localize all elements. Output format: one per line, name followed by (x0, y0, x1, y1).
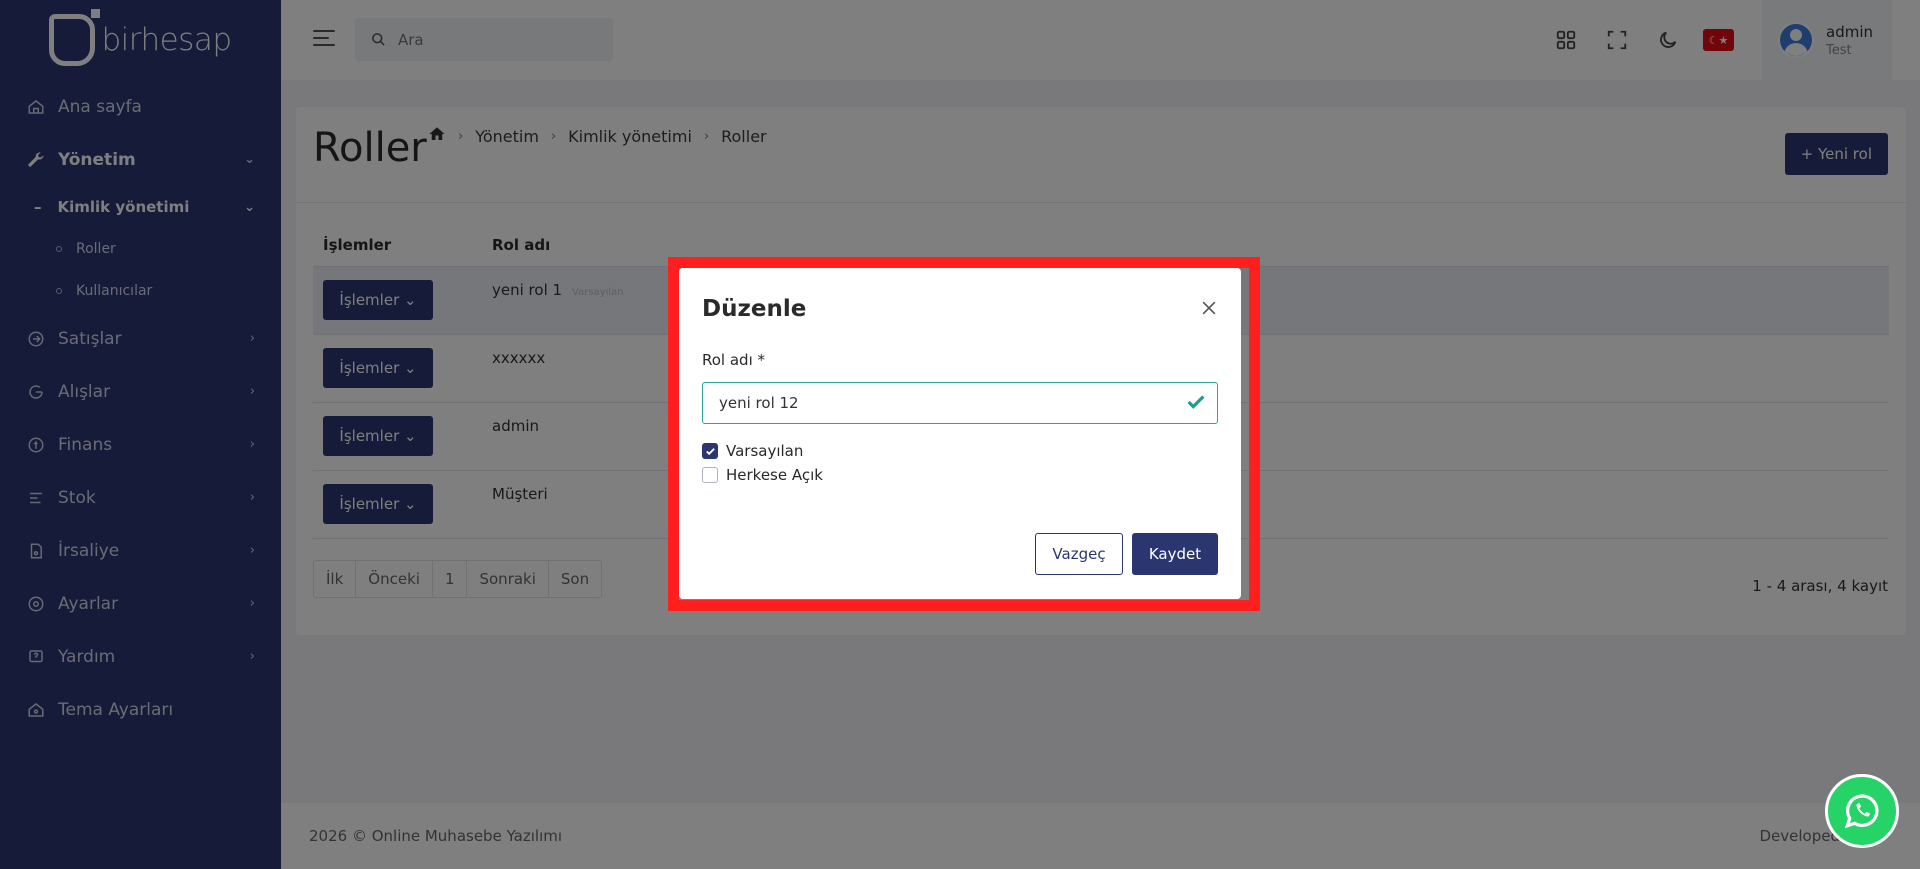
valid-check-icon (1185, 391, 1207, 417)
edit-role-modal: Düzenle Rol adı * Varsayılan Herkese Açı… (679, 268, 1241, 599)
public-checkbox-row[interactable]: Herkese Açık (702, 466, 823, 484)
public-checkbox[interactable] (702, 467, 718, 483)
public-checkbox-label[interactable]: Herkese Açık (726, 466, 823, 484)
role-name-label: Rol adı * (702, 351, 766, 369)
whatsapp-icon[interactable] (1825, 774, 1899, 848)
cancel-button[interactable]: Vazgeç (1035, 533, 1123, 575)
default-checkbox[interactable] (702, 443, 718, 459)
role-name-input[interactable] (702, 382, 1218, 424)
close-icon[interactable] (1199, 298, 1221, 320)
modal-title: Düzenle (702, 296, 807, 322)
default-checkbox-row[interactable]: Varsayılan (702, 442, 803, 460)
default-checkbox-label[interactable]: Varsayılan (726, 442, 803, 460)
save-button[interactable]: Kaydet (1132, 533, 1218, 575)
